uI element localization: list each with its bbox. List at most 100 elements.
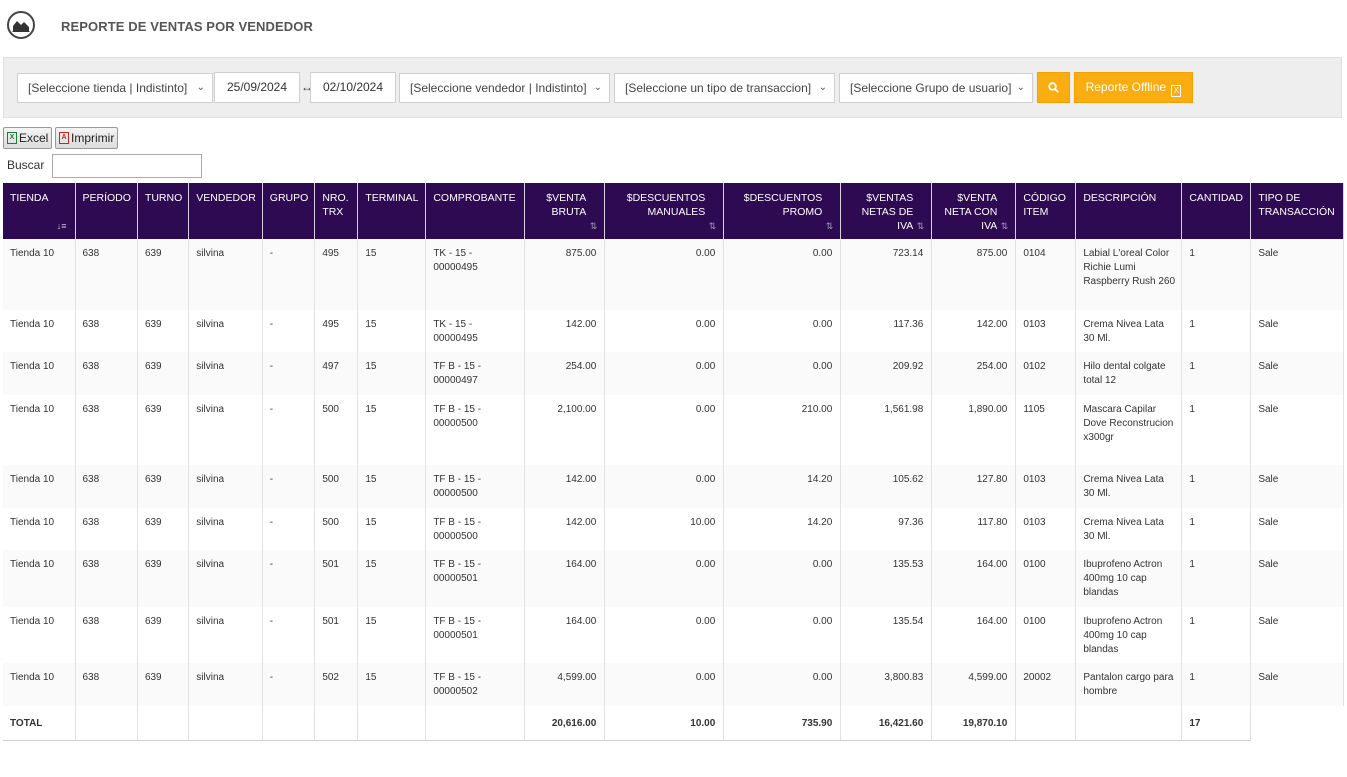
table-row[interactable]: Tienda 10 638 639 silvina -495 15 TK - 15 - 00… [3,239,1345,310]
column-header-turno[interactable]: TURNO [137,183,190,239]
cell-tipo: Sale [1250,239,1345,310]
total-desc-manuales: 10.00 [604,706,725,741]
cell-vendedor: silvina [188,310,263,352]
sort-icon[interactable]: ⇅ [1001,219,1009,233]
cell-descripcion: Hilo dental colgate total 12 [1075,352,1183,395]
cell-tipo: Sale [1250,663,1345,706]
cell-turno: 639 [137,663,190,706]
table-row[interactable]: Tienda 10 638 639 silvina -495 15 TK - 15 - 00… [3,310,1345,352]
cell-netas-sin-iva: 209.92 [840,352,933,395]
column-header-neta-con-iva[interactable]: $VENTA NETA CON IVA ⇅ [931,183,1017,239]
column-header-descripcion[interactable]: DESCRIPCIÓN [1075,183,1183,239]
cell-nro-trx: 501 [314,550,359,607]
column-header-label: CANTIDAD [1189,192,1243,204]
pdf-file-icon: A [59,132,69,144]
column-header-label: TERMINAL [365,192,419,204]
cell-comprobante: TF B - 15 - 00000500 [425,395,526,465]
cell-periodo: 638 [75,310,138,352]
total-neta-con-iva: 19,870.10 [931,706,1017,741]
sort-icon[interactable]: ⇅ [826,219,834,233]
search-input[interactable] [52,154,202,178]
table-row[interactable]: Tienda 10 638 639 silvina -501 15 TF B - 15 - … [3,550,1345,607]
cell-nro-trx: 502 [314,663,359,706]
cell-tienda: Tienda 10 [3,310,76,352]
cell-desc-promo: 210.00 [723,395,842,465]
cell-tipo: Sale [1250,465,1345,508]
column-header-terminal[interactable]: TERMINAL [357,183,427,239]
table-row[interactable]: Tienda 10 638 639 silvina -500 15 TF B - 15 - … [3,465,1345,508]
transaction-type-select[interactable]: [Seleccione un tipo de transaccion] ⌄ [614,73,835,103]
column-header-codigo[interactable]: CÓDIGO ITEM [1015,183,1077,239]
column-header-label: $DESCUENTOS MANUALES [626,192,706,218]
cell-netas-sin-iva: 117.36 [840,310,933,352]
cell-neta-con-iva: 875.00 [931,239,1017,310]
table-row[interactable]: Tienda 10 638 639 silvina -501 15 TF B - 15 - … [3,607,1345,663]
sort-icon[interactable]: ⇅ [709,219,717,233]
column-header-desc-manuales[interactable]: $DESCUENTOS MANUALES ⇅ [604,183,725,239]
user-group-select[interactable]: [Seleccione Grupo de usuario] ⌄ [839,73,1033,103]
column-header-comprobante[interactable]: COMPROBANTE [425,183,526,239]
cell-codigo: 20002 [1015,663,1077,706]
cell-desc-promo: 14.20 [723,508,842,550]
cell-periodo: 638 [75,395,138,465]
excel-button[interactable]: X Excel [3,127,53,149]
column-header-venta-bruta[interactable]: $VENTA BRUTA ⇅ [524,183,606,239]
cell-terminal: 15 [357,310,427,352]
column-header-tipo[interactable]: TIPO DE TRANSACCIÓN [1250,183,1345,239]
store-select-value: [Seleccione tienda | Indistinto] [28,81,188,95]
total-empty-cell [262,706,316,741]
excel-file-icon: X [1171,85,1182,97]
cell-descripcion: Labial L'oreal Color Richie Lumi Raspber… [1075,239,1183,310]
store-select[interactable]: [Seleccione tienda | Indistinto] ⌄ [17,73,213,103]
chevron-down-icon: ⌄ [818,82,827,93]
column-header-cantidad[interactable]: CANTIDAD [1181,183,1252,239]
seller-select[interactable]: [Seleccione vendedor | Indistinto] ⌄ [399,73,610,103]
cell-desc-manuales: 0.00 [604,663,725,706]
cell-cantidad: 1 [1181,607,1252,663]
column-header-tienda[interactable]: TIENDA ↓≡ [3,183,76,239]
cell-codigo: 1105 [1015,395,1077,465]
offline-report-button[interactable]: Reporte Offline X [1074,72,1193,103]
cell-descripcion: Crema Nivea Lata 30 Ml. [1075,310,1183,352]
table-row[interactable]: Tienda 10 638 639 silvina -500 15 TF B - 15 - … [3,395,1345,465]
table-row[interactable]: Tienda 10 638 639 silvina -500 15 TF B - 15 - … [3,508,1345,550]
column-header-vendedor[interactable]: VENDEDOR [188,183,263,239]
cell-descripcion: Crema Nivea Lata 30 Ml. [1075,508,1183,550]
cell-cantidad: 1 [1181,663,1252,706]
column-header-nro-trx[interactable]: NRO. TRX [314,183,359,239]
cell-tipo: Sale [1250,310,1345,352]
cell-venta-bruta: 875.00 [524,239,606,310]
cell-codigo: 0102 [1015,352,1077,395]
column-header-netas-sin-iva[interactable]: $VENTAS NETAS DE IVA ⇅ [840,183,933,239]
cell-netas-sin-iva: 105.62 [840,465,933,508]
cell-turno: 639 [137,310,190,352]
column-header-grupo[interactable]: GRUPO [262,183,316,239]
excel-button-label: Excel [19,131,49,145]
table-row[interactable]: Tienda 10 638 639 silvina -502 15 TF B - 15 - … [3,663,1345,706]
column-header-label: COMPROBANTE [433,192,516,204]
cell-terminal: 15 [357,550,427,607]
column-header-desc-promo[interactable]: $DESCUENTOS PROMO ⇅ [723,183,842,239]
print-button[interactable]: A Imprimir [55,127,119,149]
cell-nro-trx: 500 [314,508,359,550]
sales-table: TIENDA ↓≡ PERÍODO TURNO VENDEDOR GRUPO NRO. TR… [3,183,1345,741]
search-label: Buscar [7,158,45,172]
date-from-input[interactable]: 25/09/2024 [214,72,300,103]
date-to-input[interactable]: 02/10/2024 [310,72,396,103]
cell-grupo: - [262,310,316,352]
total-empty-cell [425,706,526,741]
totals-row: TOTAL 20,616.00 10.00 735.90 16,421.60 19,870… [3,706,1344,741]
table-row[interactable]: Tienda 10 638 639 silvina -497 15 TF B - 15 - … [3,352,1345,395]
sort-icon[interactable]: ⇅ [917,219,925,233]
cell-grupo: - [262,239,316,310]
excel-file-icon: X [7,132,17,144]
column-header-label: $VENTA BRUTA [546,192,587,218]
column-header-periodo[interactable]: PERÍODO [75,183,138,239]
sort-ascending-icon[interactable]: ↓≡ [57,219,67,233]
cell-descripcion: Pantalon cargo para hombre [1075,663,1183,706]
search-button[interactable] [1037,72,1070,103]
sort-icon[interactable]: ⇅ [590,219,598,233]
cell-periodo: 638 [75,465,138,508]
column-header-label: TIENDA [10,192,49,204]
cell-venta-bruta: 164.00 [524,607,606,663]
